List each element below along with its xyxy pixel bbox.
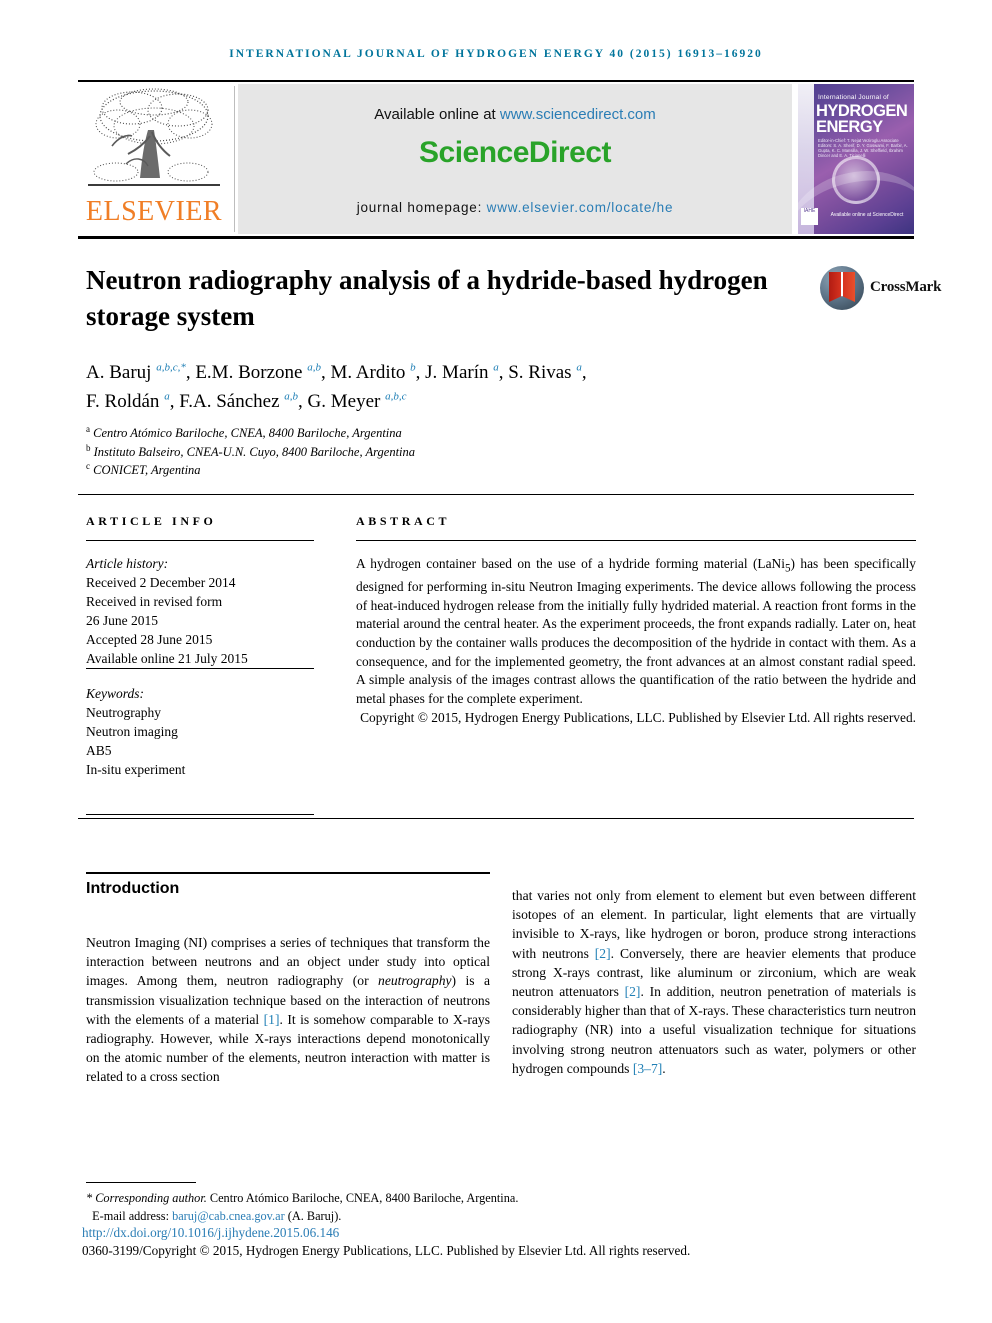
email-line: E-mail address: baruj@cab.cnea.gov.ar (A… — [86, 1208, 786, 1226]
author-line-1: A. Baruj a,b,c,*, E.M. Borzone a,b, M. A… — [86, 361, 587, 383]
cover-editors-text: Editor-in-Chief: T. Nejat Veziroglu Asso… — [818, 138, 908, 158]
masthead-divider — [234, 86, 235, 232]
journal-homepage-prefix: journal homepage: — [356, 200, 487, 215]
sciencedirect-url-link[interactable]: www.sciencedirect.com — [500, 106, 656, 123]
info-band-bottom-rule — [78, 818, 914, 819]
email-suffix: (A. Baruj). — [284, 1208, 342, 1223]
sciencedirect-logo[interactable]: ScienceDirect — [238, 136, 792, 170]
affiliation-text: Instituto Balseiro, CNEA-U.N. Cuyo, 8400… — [93, 444, 416, 459]
paper-page: International Journal of Hydrogen Energy… — [0, 0, 992, 1323]
history-line: Accepted 28 June 2015 — [86, 632, 213, 647]
available-online-line: Available online at www.sciencedirect.co… — [238, 106, 792, 123]
abstract-underline — [356, 540, 916, 541]
section-heading-introduction: Introduction — [86, 880, 180, 897]
footnote-block: * Corresponding author. Centro Atómico B… — [86, 1190, 786, 1225]
journal-homepage-line: journal homepage: www.elsevier.com/locat… — [238, 200, 792, 215]
body-left-column: Neutron Imaging (NI) comprises a series … — [86, 935, 490, 1085]
abstract-text: A hydrogen container based on the use of… — [356, 556, 916, 706]
masthead-top-rule — [78, 80, 914, 82]
cover-journal-word-energy: ENERGY — [816, 118, 883, 136]
cover-sciencedirect-footer: Available online at ScienceDirect — [830, 212, 904, 218]
abstract-column: Abstract A hydrogen container based on t… — [356, 514, 916, 728]
cover-journal-word-hydrogen: HYDROGEN — [816, 102, 908, 120]
issn-copyright-line: 0360-3199/Copyright © 2015, Hydrogen Ene… — [82, 1243, 691, 1258]
keywords-block: Keywords: Neutrography Neutron imaging A… — [86, 684, 314, 779]
history-line: Received in revised form — [86, 594, 223, 609]
affiliation-item: b Instituto Balseiro, CNEA-U.N. Cuyo, 84… — [86, 443, 786, 462]
author-line-2: F. Roldán a, F.A. Sánchez a,b, G. Meyer … — [86, 390, 407, 412]
affiliation-item: a Centro Atómico Bariloche, CNEA, 8400 B… — [86, 424, 786, 443]
affiliation-text: CONICET, Argentina — [93, 463, 201, 477]
keyword-item: Neutrography — [86, 705, 161, 720]
history-line: 26 June 2015 — [86, 613, 158, 628]
keyword-item: In-situ experiment — [86, 762, 186, 777]
info-keywords-divider — [86, 668, 314, 669]
journal-masthead: ELSEVIER Available online at www.science… — [78, 80, 914, 239]
crossmark-label: CrossMark — [870, 279, 942, 295]
article-info-heading: Article info — [86, 514, 217, 528]
abstract-copyright: Copyright © 2015, Hydrogen Energy Public… — [360, 710, 916, 726]
affiliation-mark: b — [86, 442, 91, 453]
cover-journal-prefix: International Journal of — [818, 94, 889, 101]
author-list: A. Baruj a,b,c,*, E.M. Borzone a,b, M. A… — [86, 358, 786, 416]
history-line: Received 2 December 2014 — [86, 575, 236, 590]
available-online-prefix: Available online at — [374, 106, 500, 123]
keywords-bottom-divider — [86, 814, 314, 815]
history-line: Available online 21 July 2015 — [86, 651, 248, 666]
affiliation-mark: c — [86, 460, 90, 471]
keyword-item: Neutron imaging — [86, 724, 178, 739]
corresponding-author-note: * Corresponding author. Centro Atómico B… — [86, 1191, 519, 1205]
cover-ring-decoration — [832, 156, 880, 204]
journal-cover-thumbnail[interactable]: International Journal of HYDROGEN ENERGY… — [798, 84, 914, 234]
crossmark-badge[interactable]: CrossMark — [820, 266, 941, 312]
masthead-bottom-rule — [78, 236, 914, 239]
email-link[interactable]: baruj@cab.cnea.gov.ar — [172, 1209, 285, 1223]
affiliation-mark: a — [86, 423, 90, 434]
elsevier-logo: ELSEVIER — [78, 84, 230, 234]
affiliation-text: Centro Atómico Bariloche, CNEA, 8400 Bar… — [93, 426, 402, 440]
journal-homepage-link[interactable]: www.elsevier.com/locate/he — [487, 200, 674, 215]
article-history-block: Article history: Received 2 December 201… — [86, 554, 314, 668]
running-head: International Journal of Hydrogen Energy… — [229, 48, 763, 60]
footnote-rule — [86, 1182, 196, 1183]
doi-link[interactable]: http://dx.doi.org/10.1016/j.ijhydene.201… — [82, 1225, 339, 1241]
keywords-label: Keywords: — [86, 686, 144, 701]
sciencedirect-banner: Available online at www.sciencedirect.co… — [238, 84, 792, 234]
affiliation-item: c CONICET, Argentina — [86, 461, 786, 480]
crossmark-icon — [820, 266, 864, 310]
article-history-label: Article history: — [86, 556, 169, 571]
section-rule — [86, 872, 490, 874]
keyword-item: AB5 — [86, 743, 112, 758]
page-title: Neutron radiography analysis of a hydrid… — [86, 265, 768, 331]
cover-iahe-badge: IAHE — [801, 208, 818, 225]
abstract-heading: Abstract — [356, 514, 451, 528]
article-info-column: Article info Article history: Received 2… — [86, 514, 314, 668]
email-label: E-mail address: — [92, 1208, 173, 1223]
elsevier-wordmark: ELSEVIER — [85, 196, 223, 227]
elsevier-tree-icon — [88, 88, 220, 186]
body-right-column: that varies not only from element to ele… — [512, 888, 916, 1076]
crossmark-bookmark-icon — [829, 272, 855, 302]
affiliation-list: a Centro Atómico Bariloche, CNEA, 8400 B… — [86, 424, 786, 480]
article-info-underline — [86, 540, 314, 541]
info-band-top-rule — [78, 494, 914, 495]
